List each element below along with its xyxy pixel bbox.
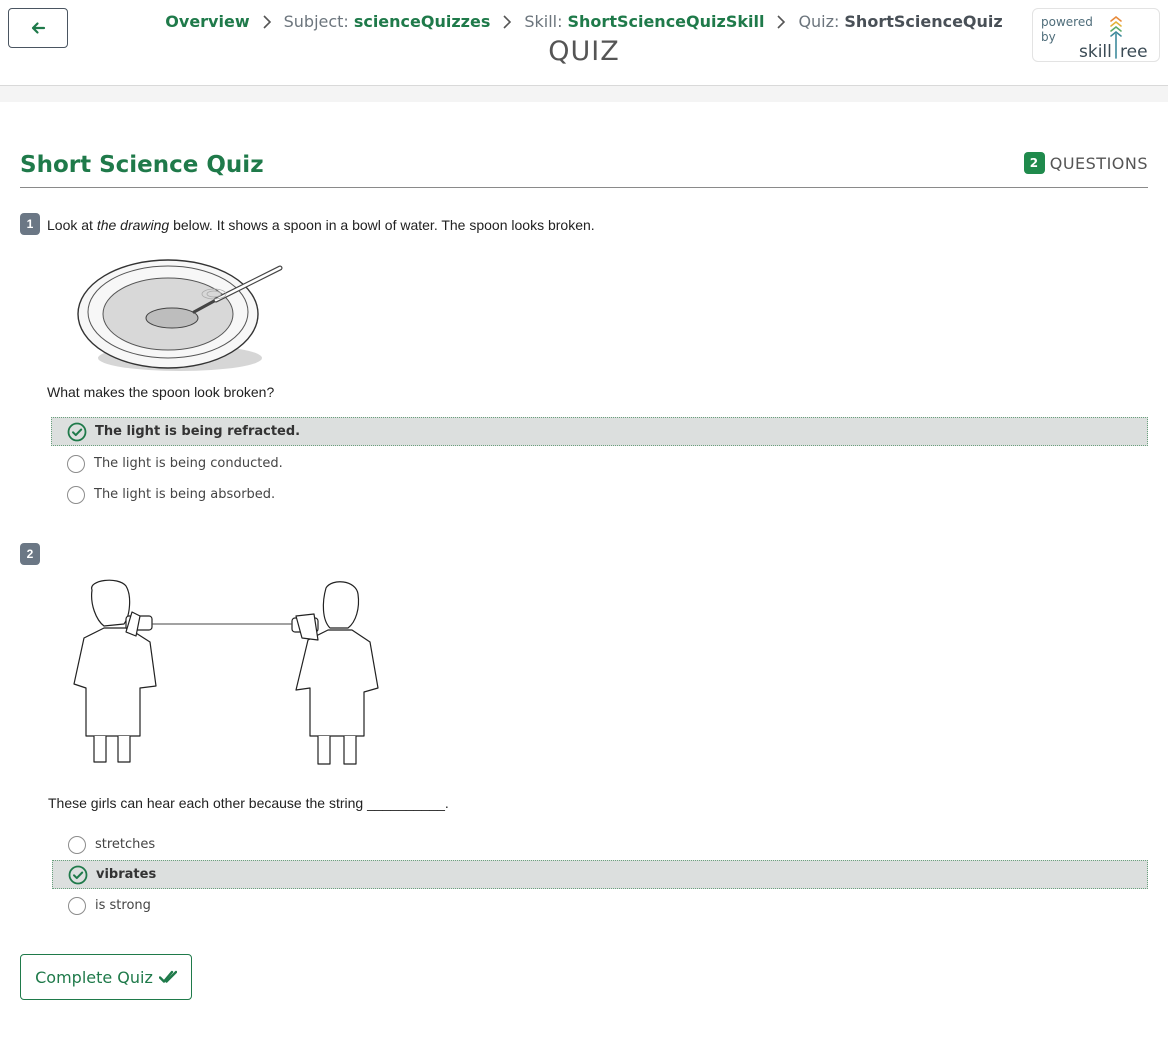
quiz-header: Overview Subject: scienceQuizzes Skill: …	[0, 0, 1168, 86]
powered-by-badge[interactable]: powered by skill ree	[1032, 8, 1160, 62]
radio-circle-icon	[68, 896, 86, 915]
breadcrumb-overview-link[interactable]: Overview	[165, 12, 249, 31]
answer-option[interactable]: is strong	[52, 891, 1148, 920]
question-count-badge: 2	[1023, 152, 1045, 174]
answer-option[interactable]: The light is being conducted.	[51, 449, 1148, 478]
check-circle-icon	[68, 865, 88, 884]
question-count-label: QUESTIONS	[1049, 153, 1148, 173]
answer-label: The light is being refracted.	[95, 424, 301, 439]
question-2-prompt: These girls can hear each other because …	[48, 795, 449, 811]
question-number-badge: 1	[20, 213, 40, 235]
breadcrumb-quiz-current: ShortScienceQuiz	[844, 12, 1003, 31]
breadcrumb-subject-prefix: Subject:	[283, 12, 349, 31]
spoon-in-bowl-image	[77, 259, 283, 371]
answer-option[interactable]: stretches	[52, 830, 1148, 859]
girls-tin-can-phone-image	[73, 579, 379, 765]
complete-quiz-label: Complete Quiz	[35, 967, 153, 987]
answer-label: The light is being absorbed.	[94, 487, 276, 502]
quiz-card: Short Science Quiz 2 QUESTIONS 1 Look at…	[0, 102, 1168, 1039]
question-count: 2 QUESTIONS	[1023, 152, 1148, 174]
chevron-right-icon	[776, 14, 786, 30]
question-1-prompt: What makes the spoon look broken?	[47, 384, 275, 400]
svg-text:ree: ree	[1120, 42, 1148, 59]
radio-circle-icon	[67, 454, 85, 473]
radio-circle-icon	[68, 835, 86, 854]
svg-text:skill: skill	[1079, 42, 1112, 59]
answer-label: The light is being conducted.	[94, 456, 283, 471]
question-number-badge: 2	[20, 543, 40, 565]
breadcrumb-subject-link[interactable]: scienceQuizzes	[354, 12, 491, 31]
breadcrumb-skill-link[interactable]: ShortScienceQuizSkill	[568, 12, 765, 31]
chevron-right-icon	[502, 14, 512, 30]
radio-circle-icon	[67, 485, 85, 504]
page-title: QUIZ	[548, 36, 620, 67]
answer-label: is strong	[95, 898, 151, 913]
double-check-icon	[158, 970, 177, 983]
skilltree-logo: skill ree	[1079, 15, 1148, 59]
quiz-title: Short Science Quiz	[20, 152, 264, 178]
complete-quiz-button[interactable]: Complete Quiz	[20, 954, 192, 1000]
answer-option[interactable]: The light is being absorbed.	[51, 480, 1148, 509]
breadcrumb: Overview Subject: scienceQuizzes Skill: …	[0, 12, 1168, 31]
breadcrumb-quiz-prefix: Quiz:	[798, 12, 840, 31]
answer-label: vibrates	[96, 867, 157, 882]
title-divider	[20, 187, 1148, 188]
question-1-intro: Look at the drawing below. It shows a sp…	[47, 217, 595, 233]
question-1-emphasis: the drawing	[96, 217, 170, 233]
check-circle-icon	[67, 422, 87, 441]
answer-option-selected[interactable]: vibrates	[52, 860, 1148, 889]
chevron-right-icon	[262, 14, 272, 30]
answer-label: stretches	[95, 837, 156, 852]
breadcrumb-skill-prefix: Skill:	[524, 12, 563, 31]
answer-option-selected[interactable]: The light is being refracted.	[51, 417, 1148, 446]
